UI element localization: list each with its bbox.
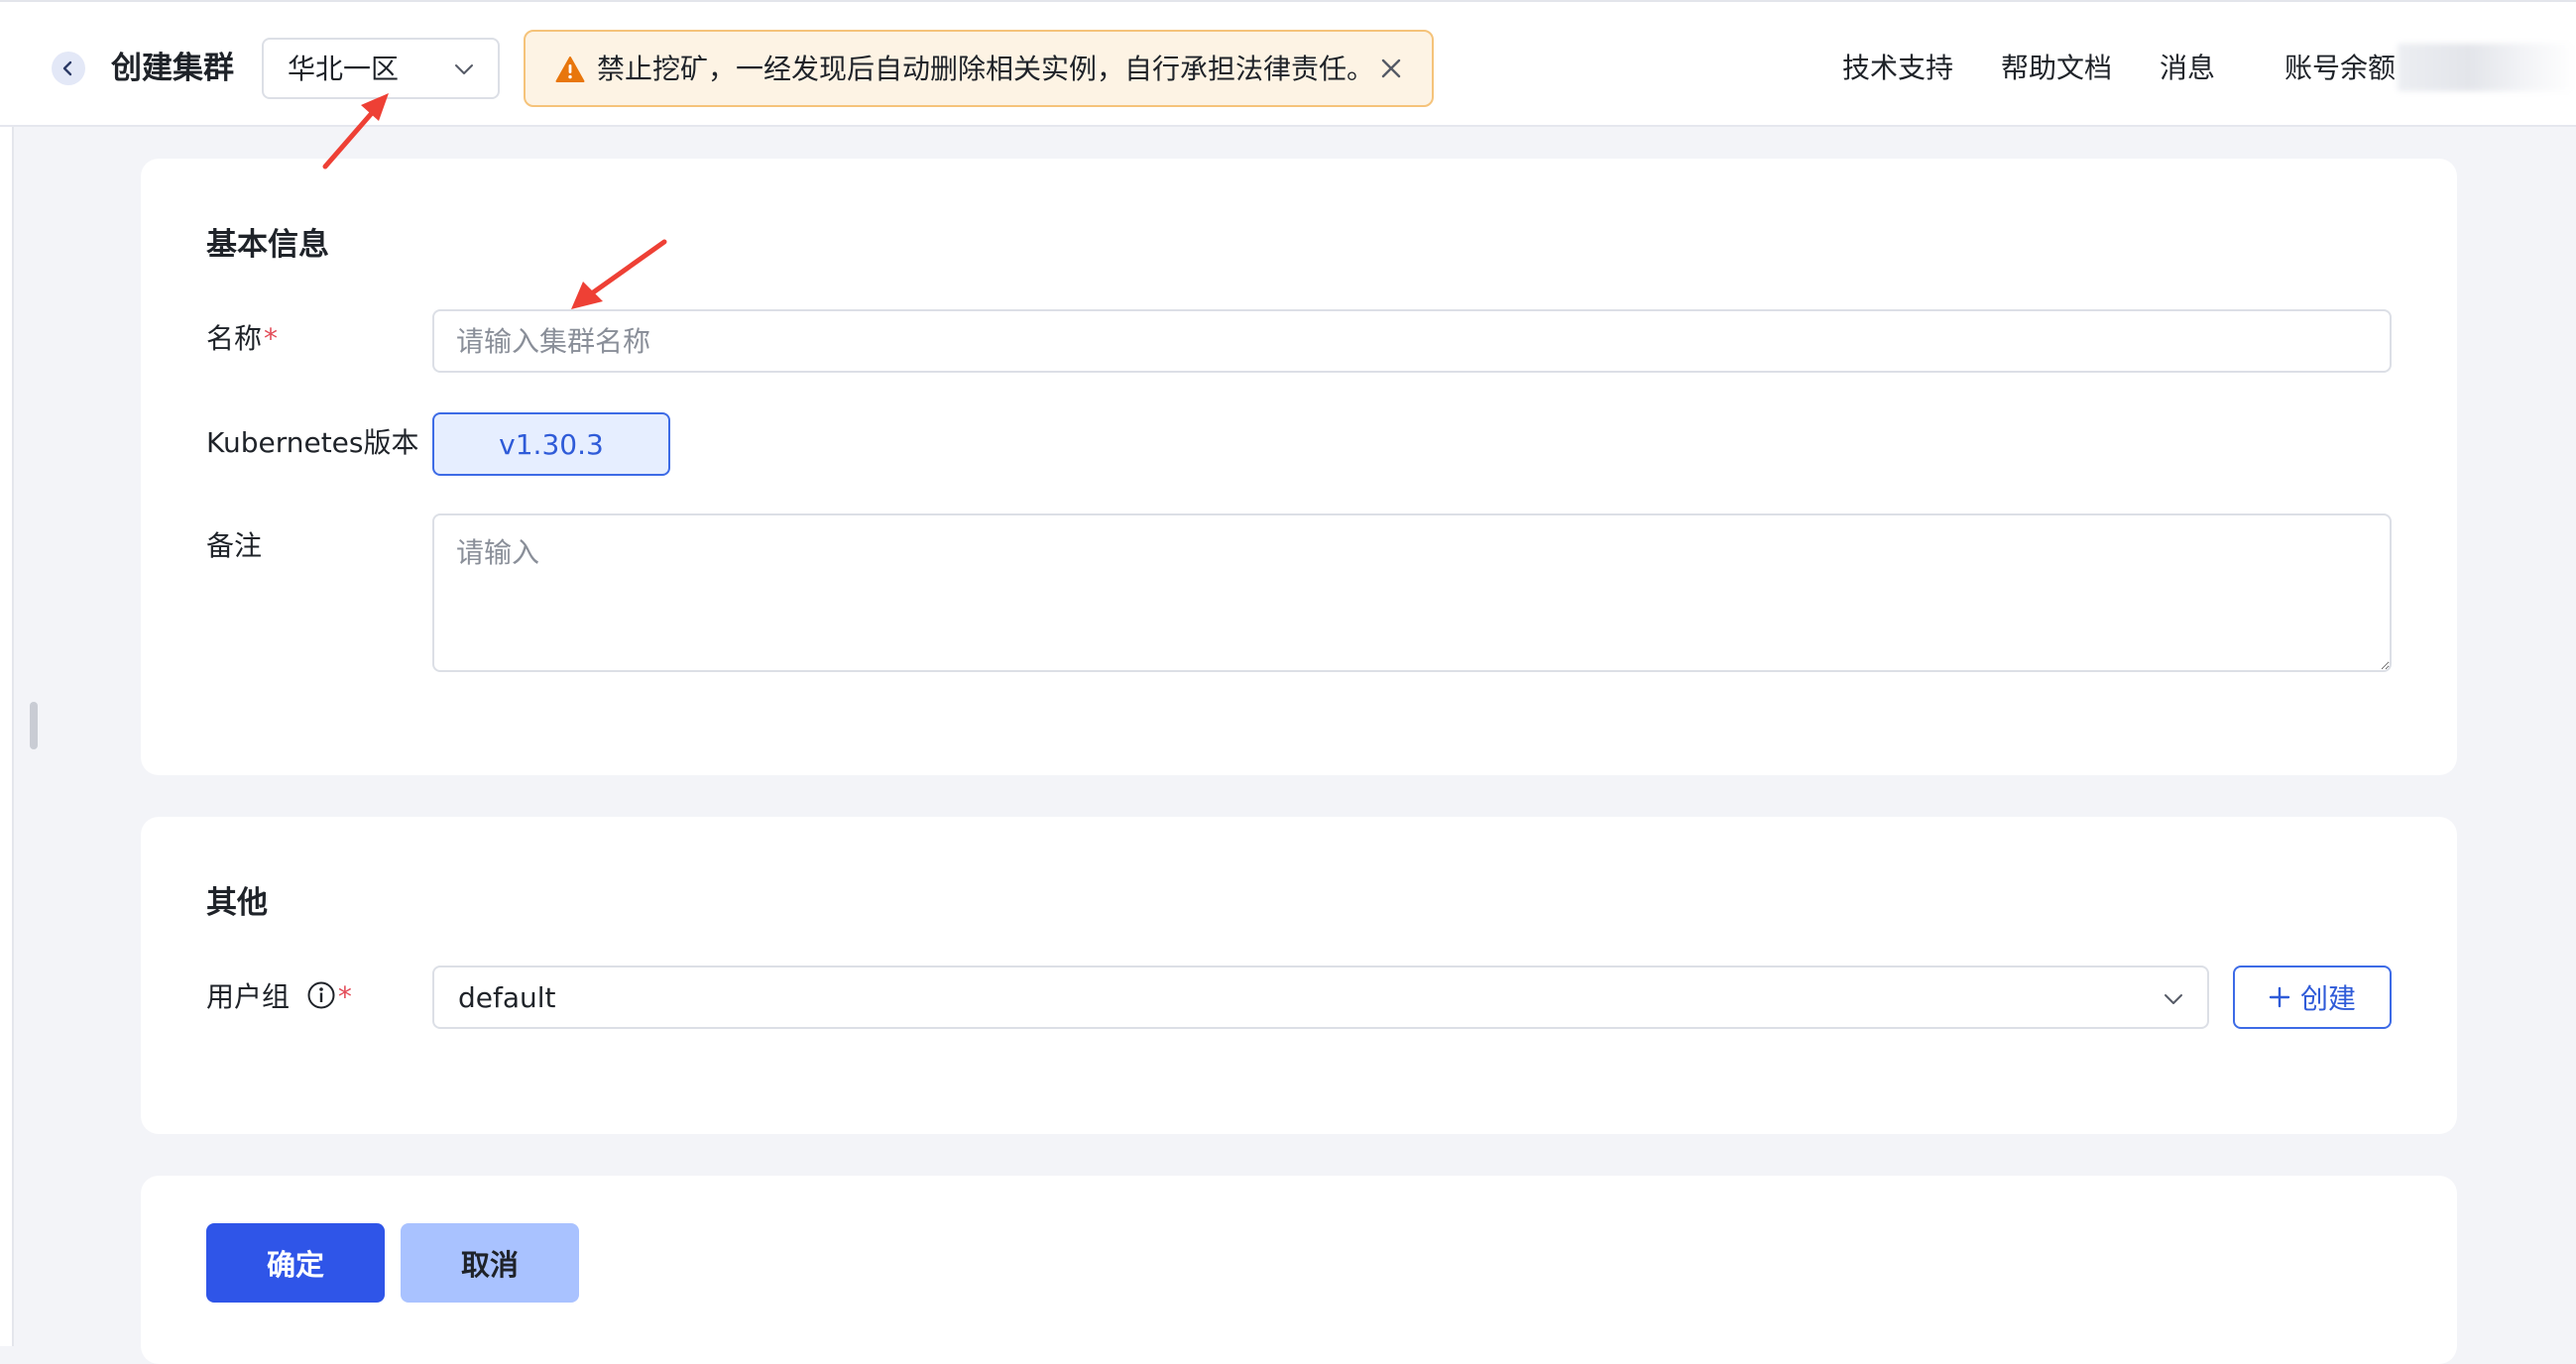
cluster-name-input[interactable]: [432, 309, 2392, 373]
basic-info-title: 基本信息: [206, 227, 329, 263]
chevron-down-icon: [2165, 994, 2182, 1004]
page-title: 创建集群: [111, 51, 234, 86]
required-mark: *: [337, 980, 352, 1013]
other-title: 其他: [206, 885, 268, 921]
user-group-label-text: 用户组: [206, 980, 291, 1013]
cancel-button[interactable]: 取消: [401, 1223, 579, 1303]
remark-textarea[interactable]: [432, 513, 2392, 672]
create-user-group-button[interactable]: 创建: [2233, 966, 2392, 1029]
notice-text: 禁止挖矿，一经发现后自动删除相关实例，自行承担法律责任。: [597, 53, 1375, 85]
info-circle-icon[interactable]: [306, 980, 336, 1010]
basic-info-card: 基本信息 名称* Kubernetes版本 v1.30.3 备注: [141, 159, 2457, 775]
nav-help-docs[interactable]: 帮助文档: [2001, 50, 2112, 87]
user-group-label: 用户组 *: [206, 978, 352, 1016]
name-label-text: 名称: [206, 322, 263, 355]
scroll-handle[interactable]: [30, 702, 38, 749]
user-group-select[interactable]: default: [432, 966, 2209, 1029]
k8s-version-label: Kubernetes版本: [206, 426, 419, 459]
chevron-left-icon: [62, 60, 72, 76]
region-select-value: 华北一区: [288, 53, 400, 85]
confirm-button[interactable]: 确定: [206, 1223, 385, 1303]
required-mark: *: [264, 322, 279, 355]
name-label: 名称*: [206, 320, 278, 358]
top-bar: 创建集群 华北一区 禁止挖矿，一经发现后自动删除相关实例，自行承担法律责任。 技…: [0, 0, 2576, 127]
create-button-label: 创建: [2299, 982, 2356, 1015]
nav-messages[interactable]: 消息: [2160, 50, 2215, 87]
remark-label: 备注: [206, 529, 263, 562]
balance-value-redacted: [2398, 44, 2576, 91]
actions-card: 确定 取消: [141, 1176, 2457, 1364]
nav-account-balance[interactable]: 账号余额: [2284, 50, 2396, 87]
left-edge-panel: [0, 127, 14, 1346]
back-button[interactable]: [52, 52, 85, 85]
close-icon[interactable]: [1380, 57, 1402, 79]
user-group-select-value: default: [458, 981, 556, 1014]
chevron-down-icon: [455, 64, 473, 74]
nav-tech-support[interactable]: 技术支持: [1842, 50, 1953, 87]
region-select[interactable]: 华北一区: [262, 38, 500, 99]
mining-warning-notice: 禁止挖矿，一经发现后自动删除相关实例，自行承担法律责任。: [524, 30, 1434, 107]
other-card: 其他 用户组 * default 创建: [141, 817, 2457, 1134]
plus-icon: [2269, 986, 2290, 1008]
warning-triangle-icon: [555, 57, 585, 82]
k8s-version-option[interactable]: v1.30.3: [432, 412, 670, 476]
